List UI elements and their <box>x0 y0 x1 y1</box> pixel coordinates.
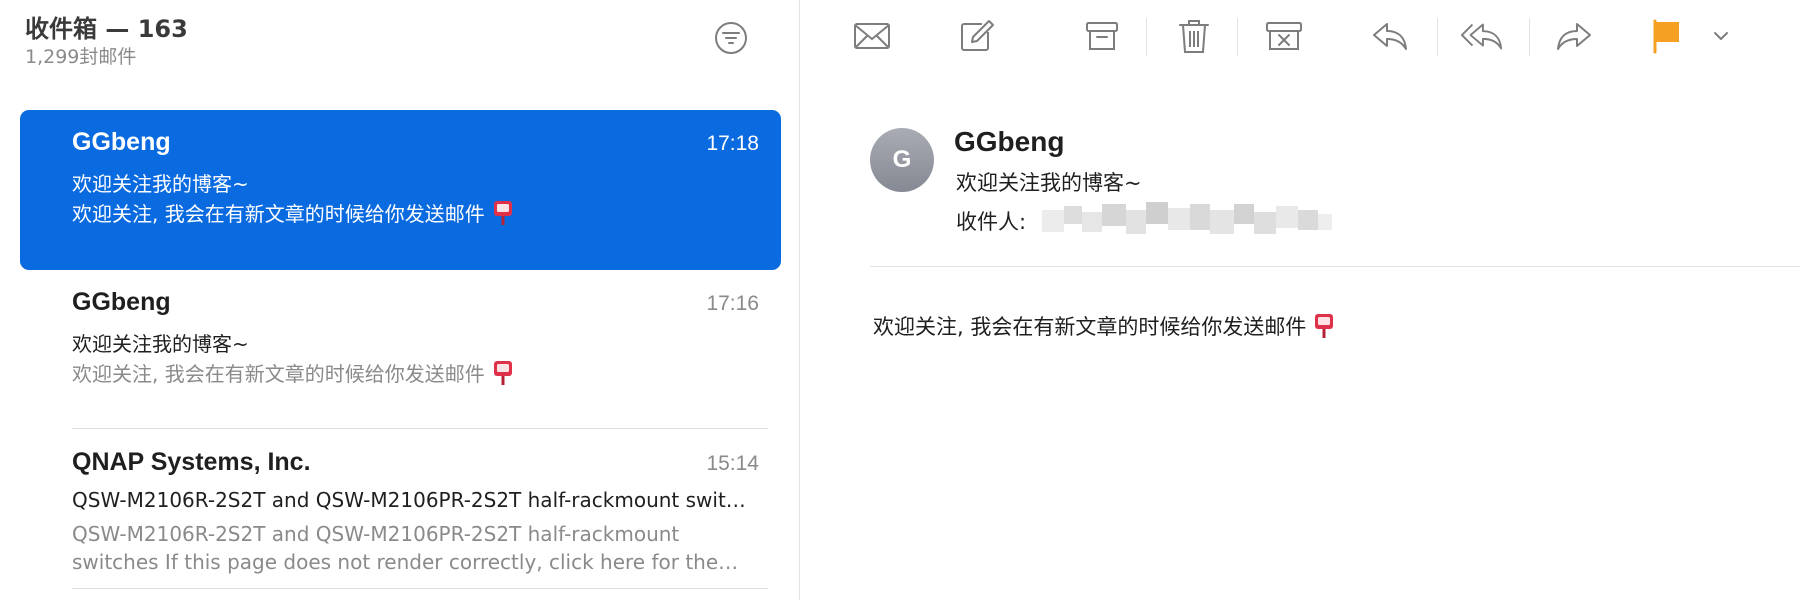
reader-subject: 欢迎关注我的博客~ <box>956 171 1142 195</box>
toolbar-separator <box>1146 18 1147 56</box>
mailbox-emoji <box>493 361 512 385</box>
mailbox-emoji <box>1315 314 1334 338</box>
message-time: 15:14 <box>706 452 759 475</box>
toolbar <box>800 0 1800 75</box>
message-list-pane: 收件箱 — 163 1,299封邮件 GGbeng 17:18 欢迎关注我的博客… <box>0 0 799 600</box>
message-body-text: 欢迎关注, 我会在有新文章的时候给你发送邮件 <box>873 315 1307 339</box>
reply-all-button[interactable] <box>1460 16 1504 56</box>
message-time: 17:16 <box>706 292 759 315</box>
flag-button[interactable] <box>1644 16 1688 56</box>
message-preview: QSW-M2106R-2S2T and QSW-M2106PR-2S2T hal… <box>72 522 719 574</box>
junk-icon <box>1266 22 1302 50</box>
toolbar-separator <box>1237 18 1238 56</box>
message-subject: 欢迎关注我的博客~ <box>72 332 249 356</box>
junk-button[interactable] <box>1262 16 1306 56</box>
message-preview: 欢迎关注, 我会在有新文章的时候给你发送邮件 <box>72 202 485 226</box>
toolbar-separator <box>1437 18 1438 56</box>
recipient-label: 收件人: <box>956 210 1027 234</box>
message-preview-line: 欢迎关注, 我会在有新文章的时候给你发送邮件 <box>72 360 513 388</box>
archive-button[interactable] <box>1080 16 1124 56</box>
sender-avatar: G <box>870 128 934 192</box>
reply-button[interactable] <box>1368 16 1412 56</box>
reply-icon <box>1373 23 1407 50</box>
trash-icon <box>1179 20 1209 53</box>
forward-icon <box>1557 23 1591 50</box>
message-row[interactable]: QNAP Systems, Inc. 15:14 QSW-M2106R-2S2T… <box>20 430 781 590</box>
message-preview: 欢迎关注, 我会在有新文章的时候给你发送邮件 <box>72 362 485 386</box>
delete-button[interactable] <box>1172 16 1216 56</box>
flag-menu-button[interactable] <box>1706 16 1736 56</box>
header-divider <box>870 266 1800 267</box>
message-separator <box>72 428 768 429</box>
mailbox-emoji <box>493 201 512 225</box>
flag-icon <box>1653 19 1679 54</box>
envelope-icon <box>854 23 890 49</box>
pane-divider[interactable] <box>799 0 800 600</box>
mailbox-message-count: 1,299封邮件 <box>25 46 137 68</box>
mailbox-title: 收件箱 — 163 <box>25 15 188 43</box>
reply-all-icon <box>1460 23 1503 50</box>
message-sender: GGbeng <box>72 288 171 316</box>
forward-button[interactable] <box>1552 16 1596 56</box>
recipient-address-redacted <box>1042 202 1332 234</box>
message-row[interactable]: GGbeng 17:16 欢迎关注我的博客~ 欢迎关注, 我会在有新文章的时候给… <box>20 270 781 430</box>
chevron-down-icon <box>1714 32 1728 40</box>
toolbar-separator <box>1529 18 1530 56</box>
message-time: 17:18 <box>706 132 759 155</box>
message-subject: QSW-M2106R-2S2T and QSW-M2106PR-2S2T hal… <box>72 488 752 512</box>
message-body: 欢迎关注, 我会在有新文章的时候给你发送邮件 <box>873 311 1334 341</box>
message-sender: GGbeng <box>72 128 171 156</box>
message-preview-line: 欢迎关注, 我会在有新文章的时候给你发送邮件 <box>72 200 513 228</box>
archive-icon <box>1086 22 1118 50</box>
filter-button[interactable] <box>714 21 748 55</box>
message-separator <box>72 588 768 589</box>
compose-icon <box>961 20 994 51</box>
reader-sender[interactable]: GGbeng <box>954 126 1064 158</box>
filter-circle-icon <box>715 22 747 54</box>
get-mail-button[interactable] <box>850 16 894 56</box>
compose-button[interactable] <box>955 16 999 56</box>
message-subject: 欢迎关注我的博客~ <box>72 172 249 196</box>
message-row[interactable]: GGbeng 17:18 欢迎关注我的博客~ 欢迎关注, 我会在有新文章的时候给… <box>20 110 781 270</box>
message-sender: QNAP Systems, Inc. <box>72 448 311 476</box>
